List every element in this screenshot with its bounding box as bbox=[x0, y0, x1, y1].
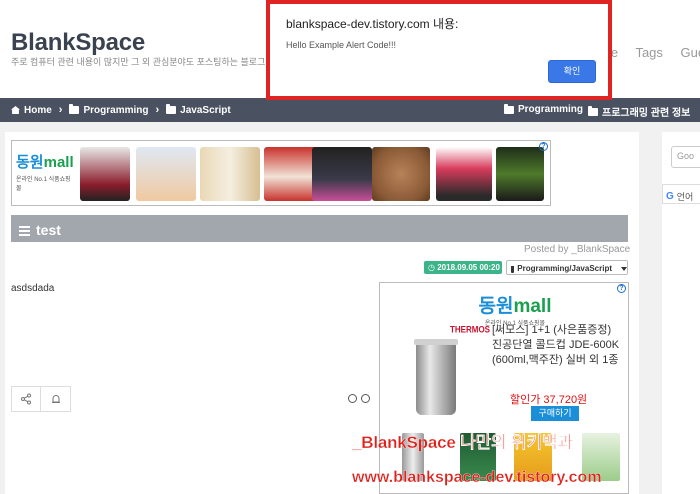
sidebar-search-input[interactable]: Goo bbox=[671, 146, 700, 168]
site-title[interactable]: BlankSpace bbox=[11, 29, 145, 57]
google-icon: G bbox=[666, 190, 674, 202]
product-ad[interactable]: 동원mall 온라인 No.1 식품쇼핑몰 THERMOS [써모스] 1+1 … bbox=[379, 282, 629, 494]
product-image[interactable] bbox=[264, 147, 318, 201]
breadcrumb-javascript[interactable]: JavaScript bbox=[180, 105, 231, 116]
menu-item-tags[interactable]: Tags bbox=[635, 45, 662, 60]
alert-dialog: blankspace-dev.tistory.com 내용: Hello Exa… bbox=[266, 0, 612, 100]
home-icon bbox=[11, 106, 20, 114]
product-image[interactable] bbox=[414, 339, 458, 415]
cc-icon[interactable] bbox=[348, 394, 357, 403]
thermos-logo: THERMOS bbox=[450, 324, 490, 335]
folder-icon bbox=[504, 103, 514, 114]
ad-info-icon[interactable]: ? bbox=[617, 284, 626, 293]
share-icon bbox=[21, 393, 31, 405]
product-image[interactable] bbox=[136, 147, 196, 201]
product-image[interactable] bbox=[496, 147, 544, 201]
ad-info-icon[interactable]: ? bbox=[539, 142, 548, 151]
sidebar: Goo G 언어 bbox=[662, 132, 700, 494]
product-image[interactable] bbox=[80, 147, 130, 201]
breadcrumb-bar: Home › Programming › JavaScript Programm… bbox=[0, 98, 700, 122]
post-actions bbox=[11, 386, 71, 412]
banner-ad[interactable]: 동원mall 온라인 No.1 식품쇼핑몰 ? bbox=[11, 140, 551, 206]
share-button[interactable] bbox=[12, 387, 42, 411]
menu-icon bbox=[19, 226, 30, 236]
product-image[interactable] bbox=[200, 147, 260, 201]
dongwon-mall-logo: 동원mall 온라인 No.1 식품쇼핑몰 bbox=[478, 296, 552, 327]
product-price: 할인가 37,720원 bbox=[510, 394, 588, 406]
clock-icon: ◷ bbox=[428, 263, 435, 272]
menu-item-guestbook[interactable]: Gue bbox=[681, 45, 700, 60]
dongwon-mall-logo: 동원mall 온라인 No.1 식품쇼핑몰 bbox=[16, 154, 74, 192]
post-title-bar: test bbox=[11, 215, 628, 242]
bell-icon bbox=[51, 395, 60, 403]
product-image[interactable] bbox=[372, 147, 430, 201]
nav-link-programming-info-label: 프로그래밍 관련 정보 bbox=[602, 108, 691, 119]
folder-icon bbox=[166, 104, 177, 114]
folder-icon bbox=[511, 262, 516, 273]
site-description: 주로 컴퓨터 관련 내용이 많지만 그 외 관심분야도 포스팅하는 블로그 bbox=[11, 57, 266, 67]
nav-link-programming-label: Programming bbox=[518, 104, 584, 115]
translate-label: 언어 bbox=[676, 191, 694, 202]
breadcrumb-programming[interactable]: Programming bbox=[83, 105, 148, 116]
watermark-url: www.blankspace-dev.tistory.com bbox=[352, 469, 602, 486]
chevron-right-icon: › bbox=[155, 104, 160, 116]
alert-message: Hello Example Alert Code!!! bbox=[286, 40, 397, 50]
product-description[interactable]: [써모스] 1+1 (사은품증정) 진공단열 콜드컵 JDE-600K (600… bbox=[492, 323, 622, 383]
chevron-right-icon: › bbox=[58, 104, 63, 116]
post-date: 2018.09.05 00:20 bbox=[437, 263, 500, 272]
breadcrumb: Home › Programming › JavaScript bbox=[11, 104, 231, 116]
category-dropdown[interactable]: Programming/JavaScript bbox=[506, 260, 628, 275]
product-image[interactable] bbox=[312, 147, 372, 201]
buy-button[interactable]: 구매하기 bbox=[531, 406, 579, 421]
translate-widget[interactable]: G 언어 bbox=[662, 184, 700, 204]
post-body: asdsdada bbox=[11, 283, 55, 294]
folder-icon bbox=[588, 105, 598, 116]
chevron-down-icon bbox=[621, 266, 627, 271]
date-badge: ◷ 2018.09.05 00:20 bbox=[424, 261, 502, 274]
category-label: Programming/JavaScript bbox=[517, 264, 612, 273]
alert-title: blankspace-dev.tistory.com 내용: bbox=[286, 17, 459, 31]
alert-ok-button[interactable]: 확인 bbox=[548, 60, 596, 83]
license-icons bbox=[348, 394, 370, 403]
nav-link-programming[interactable]: Programming bbox=[504, 103, 584, 115]
breadcrumb-home[interactable]: Home bbox=[24, 105, 52, 116]
report-button[interactable] bbox=[41, 387, 70, 411]
product-image[interactable] bbox=[436, 147, 492, 201]
watermark-title: _BlankSpace 나만의 위키백과 bbox=[352, 433, 573, 452]
nav-link-programming-info[interactable]: 프로그래밍 관련 정보 bbox=[588, 104, 690, 119]
top-menu: me Tags Gue bbox=[600, 45, 700, 60]
folder-icon bbox=[69, 104, 80, 114]
cc-nd-icon[interactable] bbox=[361, 394, 370, 403]
post-title[interactable]: test bbox=[36, 222, 61, 238]
posted-by: Posted by _BlankSpace bbox=[524, 244, 631, 255]
